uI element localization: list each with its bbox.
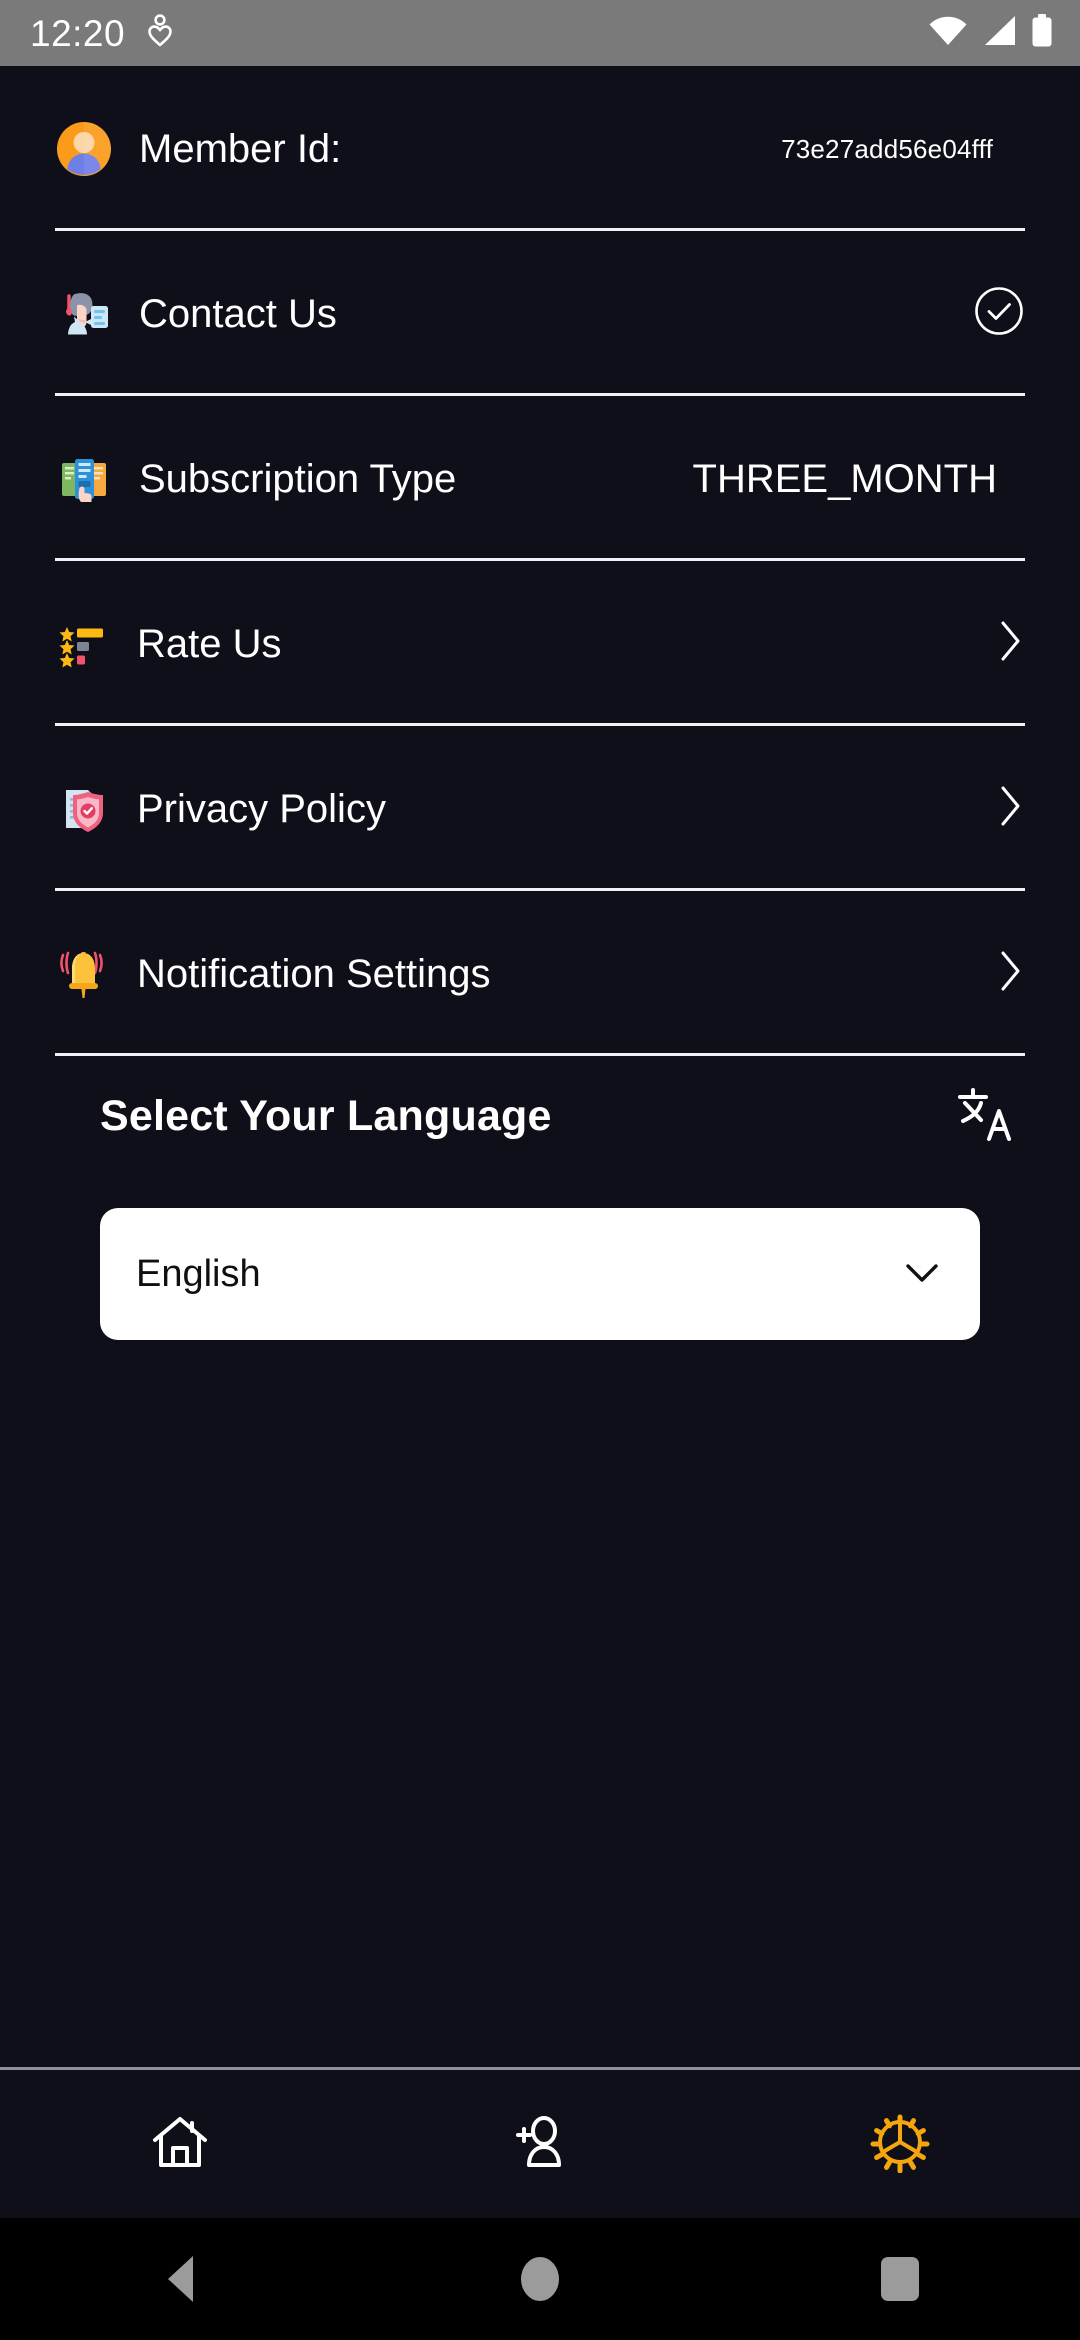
support-agent-icon <box>55 285 113 343</box>
row-subscription-type[interactable]: Subscription Type THREE_MONTH <box>0 396 1080 561</box>
member-avatar-icon <box>55 120 113 178</box>
row-divider <box>55 1053 1025 1056</box>
row-contact-us-label: Contact Us <box>139 291 337 336</box>
row-privacy-policy-label: Privacy Policy <box>137 786 386 831</box>
notification-bell-icon <box>55 945 113 1003</box>
system-back-button[interactable] <box>0 2256 360 2302</box>
settings-content: Member Id: 73e27add56e04fff Contact Us S… <box>0 66 1080 2067</box>
nav-item-add-person[interactable] <box>360 2070 720 2218</box>
chevron-right-icon <box>995 617 1025 670</box>
row-notification-settings-label: Notification Settings <box>137 951 491 996</box>
system-recents-button[interactable] <box>720 2257 1080 2301</box>
row-contact-us[interactable]: Contact Us <box>0 231 1080 396</box>
recents-square-icon <box>881 2257 919 2301</box>
back-icon <box>167 2256 193 2302</box>
subscription-cards-icon <box>55 450 113 508</box>
bottom-navigation-bar <box>0 2067 1080 2218</box>
row-rate-us[interactable]: Rate Us <box>0 561 1080 726</box>
wifi-icon <box>928 14 968 53</box>
language-section: Select Your Language English <box>0 1056 1080 1340</box>
contact-us-check-button[interactable] <box>973 285 1025 342</box>
status-bar: 12:20 <box>0 0 1080 66</box>
notification-settings-chevron-button[interactable] <box>973 947 1025 1000</box>
system-home-button[interactable] <box>360 2257 720 2301</box>
privacy-shield-document-icon <box>55 780 113 838</box>
nav-item-home[interactable] <box>0 2070 360 2218</box>
language-title: Select Your Language <box>100 1091 552 1140</box>
battery-icon <box>1030 13 1054 54</box>
translate-icon <box>955 1084 1015 1149</box>
app-screen: 12:20 Member Id: 73e27add56e04fff Contac… <box>0 0 1080 2340</box>
row-rate-us-label: Rate Us <box>137 621 282 666</box>
status-bar-right-icons <box>928 13 1054 54</box>
chevron-right-icon <box>995 947 1025 1000</box>
row-member-id-label: Member Id: <box>139 126 342 171</box>
privacy-policy-chevron-button[interactable] <box>973 782 1025 835</box>
home-circle-icon <box>521 2257 559 2301</box>
row-member-id[interactable]: Member Id: 73e27add56e04fff <box>0 66 1080 231</box>
status-clock: 12:20 <box>30 12 126 54</box>
row-privacy-policy[interactable]: Privacy Policy <box>0 726 1080 891</box>
nav-item-settings[interactable] <box>720 2070 1080 2218</box>
language-header: Select Your Language <box>55 1056 1025 1176</box>
status-bar-left-icons <box>147 13 173 53</box>
chevron-right-icon <box>995 782 1025 835</box>
chevron-down-icon[interactable] <box>900 1257 944 1292</box>
check-circle-icon <box>973 285 1025 342</box>
row-subscription-type-label: Subscription Type <box>139 456 457 501</box>
language-selected-value: English <box>136 1253 261 1295</box>
member-id-value: 73e27add56e04fff <box>781 133 993 164</box>
cellular-signal-icon <box>981 14 1017 53</box>
heart-pin-icon <box>147 13 173 53</box>
rate-us-chevron-button[interactable] <box>973 617 1025 670</box>
gear-icon <box>869 2111 931 2178</box>
row-notification-settings[interactable]: Notification Settings <box>0 891 1080 1056</box>
android-system-navigation <box>0 2218 1080 2340</box>
language-dropdown[interactable]: English <box>100 1208 980 1340</box>
add-person-icon <box>509 2111 571 2178</box>
subscription-type-value: THREE_MONTH <box>692 456 997 501</box>
home-icon <box>149 2111 211 2178</box>
star-rating-icon <box>55 615 113 673</box>
